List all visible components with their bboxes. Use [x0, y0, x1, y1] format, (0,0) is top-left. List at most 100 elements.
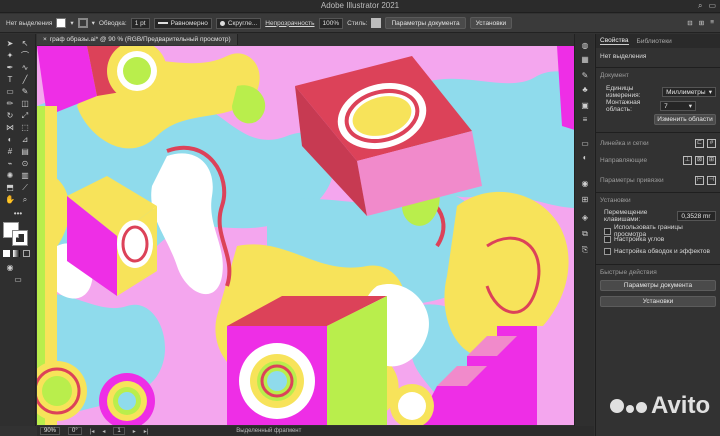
- blend-tool-icon[interactable]: ⊙: [19, 158, 31, 169]
- search-icon[interactable]: ⌕: [698, 1, 702, 11]
- paintbrush-icon[interactable]: ✎: [19, 86, 31, 97]
- color-panel-icon[interactable]: ◍: [579, 40, 591, 51]
- guides-icon[interactable]: ⊥: [683, 156, 692, 165]
- next-artboard-icon[interactable]: ▸: [133, 428, 136, 435]
- type-tool-icon[interactable]: T: [4, 74, 16, 85]
- document-tab[interactable]: × граф образы.ai* @ 90 % (RGB/Предварите…: [37, 34, 238, 45]
- snap-pixel-icon[interactable]: ⊣: [707, 176, 716, 185]
- menu-icon[interactable]: ≡: [710, 19, 714, 27]
- artboard-tool-icon[interactable]: ⬒: [4, 182, 16, 193]
- appearance-panel-icon[interactable]: ◉: [579, 178, 591, 189]
- close-icon[interactable]: ×: [43, 36, 47, 43]
- style-swatch[interactable]: [371, 18, 382, 28]
- last-artboard-icon[interactable]: ▸|: [144, 428, 149, 435]
- screen-mode-icon[interactable]: ▭: [12, 274, 24, 285]
- window-layout-icon[interactable]: ▭: [708, 1, 716, 11]
- artboards-panel-icon[interactable]: ⧉: [579, 228, 591, 239]
- lasso-icon[interactable]: ⌒: [19, 50, 31, 61]
- avito-logo-icon: [610, 399, 647, 413]
- ruler-icon[interactable]: ⊏: [695, 139, 704, 148]
- gradient-tool-icon[interactable]: ▤: [19, 146, 31, 157]
- rotate-tool-icon[interactable]: ↻: [4, 110, 16, 121]
- tab-properties[interactable]: Свойства: [600, 37, 629, 45]
- width-tool-icon[interactable]: ⋈: [4, 122, 16, 133]
- line-tool-icon[interactable]: ╱: [19, 74, 31, 85]
- brushes-panel-icon[interactable]: ✎: [579, 70, 591, 81]
- links-panel-icon[interactable]: ⎘: [579, 244, 591, 255]
- layers-panel-icon[interactable]: ◈: [579, 212, 591, 223]
- symbols-panel-icon[interactable]: ♣: [579, 84, 591, 95]
- stroke-label: Обводка:: [98, 19, 127, 27]
- snap-point-icon[interactable]: ⊢: [695, 176, 704, 185]
- hand-tool-icon[interactable]: ✋: [4, 194, 16, 205]
- rectangle-tool-icon[interactable]: ▭: [4, 86, 16, 97]
- gradient-mode-icon[interactable]: [13, 250, 20, 257]
- stroke-profile-select[interactable]: Равномерно: [153, 17, 212, 29]
- color-mode-icon[interactable]: [3, 250, 10, 257]
- slice-tool-icon[interactable]: ⟋: [19, 182, 31, 193]
- pen-tool-icon[interactable]: ✒: [4, 62, 16, 73]
- corner-scale-checkbox[interactable]: [604, 236, 611, 243]
- shape-builder-icon[interactable]: ◐: [4, 134, 16, 145]
- chevron-down-icon[interactable]: ▾: [70, 19, 73, 27]
- edit-artboards-button[interactable]: Изменить области: [654, 114, 716, 125]
- perspective-grid-icon[interactable]: ⊞: [707, 156, 716, 165]
- align-panel-icon[interactable]: ⊞: [579, 194, 591, 205]
- selection-tool-icon[interactable]: ➤: [4, 38, 16, 49]
- chevron-down-icon[interactable]: ▾: [92, 19, 95, 27]
- artboard-canvas[interactable]: [37, 46, 594, 425]
- draw-mode-icon[interactable]: ◉: [4, 262, 16, 273]
- rotation-field[interactable]: 0°: [68, 427, 82, 435]
- perspective-grid-icon[interactable]: ⊿: [19, 134, 31, 145]
- graph-tool-icon[interactable]: ▥: [19, 170, 31, 181]
- first-artboard-icon[interactable]: |◂: [90, 428, 95, 435]
- artboard-number-field[interactable]: 1: [113, 427, 125, 435]
- quick-settings-button[interactable]: Установки: [600, 296, 716, 307]
- quick-doc-params-button[interactable]: Параметры документа: [600, 280, 716, 291]
- stroke-color-icon[interactable]: [12, 230, 28, 246]
- none-mode-icon[interactable]: [23, 250, 30, 257]
- symbol-sprayer-icon[interactable]: ✺: [4, 170, 16, 181]
- transform-icon[interactable]: ⊞: [699, 19, 704, 27]
- chevron-down-icon: ▾: [708, 89, 712, 96]
- panel-icon-strip: ◍ ▦ ✎ ♣ ▣ ≡ ▭ ◐ ◉ ⊞ ◈ ⧉ ⎘: [574, 34, 594, 426]
- preview-bounds-checkbox[interactable]: [604, 227, 611, 235]
- fill-swatch[interactable]: [56, 18, 67, 28]
- artboard-select[interactable]: 7 ▾: [660, 101, 696, 111]
- mesh-tool-icon[interactable]: #: [4, 146, 16, 157]
- eraser-icon[interactable]: ◫: [19, 98, 31, 109]
- gradient-panel-icon[interactable]: ▭: [579, 138, 591, 149]
- pencil-icon[interactable]: ✏: [4, 98, 16, 109]
- brush-select[interactable]: Скругле...: [215, 17, 262, 29]
- tab-libraries[interactable]: Библиотеки: [637, 38, 672, 45]
- zoom-tool-icon[interactable]: ⌕: [19, 194, 31, 205]
- lock-guides-icon[interactable]: ⊠: [695, 156, 704, 165]
- opacity-field[interactable]: 100%: [318, 17, 344, 29]
- more-tools-icon[interactable]: •••: [12, 208, 24, 219]
- transparency-panel-icon[interactable]: ◐: [579, 152, 591, 163]
- direct-selection-tool-icon[interactable]: ↖: [19, 38, 31, 49]
- prev-artboard-icon[interactable]: ◂: [102, 428, 105, 435]
- control-bar: Нет выделения ▾ ▾ Обводка: 1 pt Равномер…: [0, 14, 720, 33]
- free-transform-icon[interactable]: ⬚: [19, 122, 31, 133]
- swatches-panel-icon[interactable]: ▦: [579, 54, 591, 65]
- magic-wand-icon[interactable]: ✦: [4, 50, 16, 61]
- opacity-label[interactable]: Непрозрачность: [265, 20, 314, 27]
- settings-button[interactable]: Установки: [469, 17, 513, 29]
- curvature-tool-icon[interactable]: ∿: [19, 62, 31, 73]
- units-select[interactable]: Миллиметры ▾: [662, 87, 716, 97]
- graphic-styles-icon[interactable]: ▣: [579, 100, 591, 111]
- zoom-field[interactable]: 90%: [40, 427, 61, 435]
- stroke-panel-icon[interactable]: ≡: [579, 114, 591, 125]
- stroke-swatch[interactable]: [77, 18, 88, 28]
- eyedropper-icon[interactable]: ⌁: [4, 158, 16, 169]
- scale-tool-icon[interactable]: ⤢: [19, 110, 31, 121]
- keyboard-increment-field[interactable]: 0,3528 mr: [677, 211, 716, 221]
- document-tab-label: граф образы.ai* @ 90 % (RGB/Предваритель…: [49, 36, 231, 43]
- grid-icon[interactable]: #: [707, 139, 716, 148]
- scale-strokes-checkbox[interactable]: [604, 248, 611, 255]
- snap-options-header: Параметры привязки: [600, 177, 664, 184]
- doc-params-button[interactable]: Параметры документа: [385, 17, 466, 29]
- stroke-weight-field[interactable]: 1 pt: [130, 17, 150, 29]
- align-icon[interactable]: ⊟: [687, 19, 692, 27]
